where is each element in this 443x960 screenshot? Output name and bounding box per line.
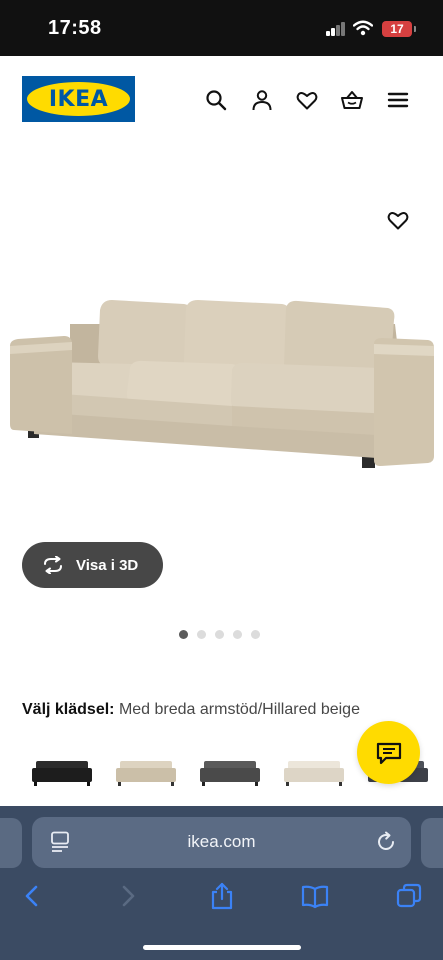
previous-tab-peek[interactable] — [0, 818, 22, 868]
gallery-dot[interactable] — [215, 630, 224, 639]
chat-button[interactable] — [357, 721, 420, 784]
fabric-swatch-dark-grey[interactable] — [198, 758, 262, 788]
chat-icon — [376, 742, 401, 764]
fabric-selection: Välj klädsel: Med breda armstöd/Hillared… — [22, 701, 360, 719]
product-image — [10, 300, 434, 468]
site-header: IKEA — [0, 56, 443, 144]
rotate-3d-icon — [44, 556, 62, 574]
menu-icon[interactable] — [386, 88, 410, 112]
gallery-dot[interactable] — [179, 630, 188, 639]
tabs-icon[interactable] — [395, 882, 423, 910]
view-in-3d-label: Visa i 3D — [76, 556, 139, 574]
logo-text: IKEA — [48, 86, 109, 112]
home-indicator — [143, 945, 301, 950]
fabric-swatch-black[interactable] — [30, 758, 94, 788]
gallery-dot[interactable] — [233, 630, 242, 639]
fabric-value: Med breda armstöd/Hillared beige — [118, 701, 360, 718]
fabric-swatch-light-beige[interactable] — [282, 758, 346, 788]
bookmarks-icon[interactable] — [301, 882, 329, 910]
basket-icon[interactable] — [340, 88, 364, 112]
cellular-signal-icon — [326, 22, 346, 36]
search-icon[interactable] — [204, 88, 228, 112]
next-tab-peek[interactable] — [421, 818, 443, 868]
battery-indicator: 17 — [382, 21, 416, 37]
fabric-swatch-beige[interactable] — [114, 758, 178, 788]
ikea-logo[interactable]: IKEA — [22, 76, 135, 122]
url-text: ikea.com — [187, 832, 256, 851]
fabric-label: Välj klädsel: — [22, 701, 115, 718]
heart-icon[interactable] — [295, 88, 319, 112]
view-in-3d-button[interactable]: Visa i 3D — [22, 542, 163, 588]
back-icon[interactable] — [18, 882, 46, 910]
gallery-pagination — [179, 630, 260, 639]
browser-toolbar: ikea.com — [0, 806, 443, 960]
product-gallery[interactable]: Visa i 3D — [0, 144, 443, 664]
gallery-dot[interactable] — [197, 630, 206, 639]
forward-icon[interactable] — [114, 882, 142, 910]
status-bar: 17:58 17 — [0, 0, 443, 56]
status-time: 17:58 — [48, 17, 102, 39]
share-icon[interactable] — [208, 882, 236, 910]
account-icon[interactable] — [250, 88, 274, 112]
address-bar[interactable]: ikea.com — [32, 817, 411, 868]
wifi-icon — [353, 20, 373, 36]
reload-icon[interactable] — [375, 831, 397, 853]
gallery-dot[interactable] — [251, 630, 260, 639]
favorite-heart-icon[interactable] — [386, 208, 410, 232]
